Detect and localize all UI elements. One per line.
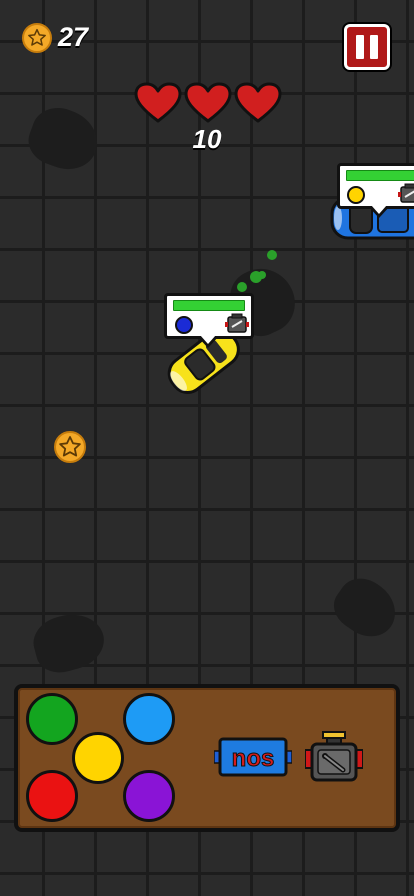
- paint-splatter: [237, 250, 277, 292]
- requested-paint-yellow: [347, 186, 365, 204]
- star-coin-pickup[interactable]: [53, 430, 87, 464]
- nos-button[interactable]: nos: [214, 735, 292, 779]
- bubble-tail: [200, 335, 216, 344]
- star-coin-icon: [22, 22, 52, 53]
- paint-green-button[interactable]: [26, 693, 78, 745]
- paint-blue-button[interactable]: [123, 693, 175, 745]
- pause-button[interactable]: [344, 24, 390, 70]
- car-request-bubble: [337, 163, 414, 218]
- car-request-bubble: [164, 293, 254, 348]
- heart-icon: [134, 82, 182, 123]
- health-bar: [346, 170, 414, 181]
- coin-count: 27: [58, 22, 89, 52]
- heart-icon: [234, 82, 282, 123]
- requested-paint-blue: [175, 316, 193, 334]
- paint-yellow-button[interactable]: [72, 732, 124, 784]
- pause-icon: [370, 35, 378, 59]
- pause-icon: [356, 35, 364, 59]
- engine-repair-button[interactable]: [305, 728, 363, 786]
- nos-label: nos: [232, 745, 275, 772]
- lives: [134, 82, 282, 124]
- paint-red-button[interactable]: [26, 770, 78, 822]
- bubble-tail: [371, 205, 387, 214]
- coin-counter: 27: [22, 22, 88, 53]
- heart-icon: [184, 82, 232, 123]
- engine-icon: [225, 313, 249, 333]
- health-bar: [173, 300, 245, 311]
- engine-icon: [398, 183, 414, 203]
- paint-purple-button[interactable]: [123, 770, 175, 822]
- score: 10: [192, 124, 222, 154]
